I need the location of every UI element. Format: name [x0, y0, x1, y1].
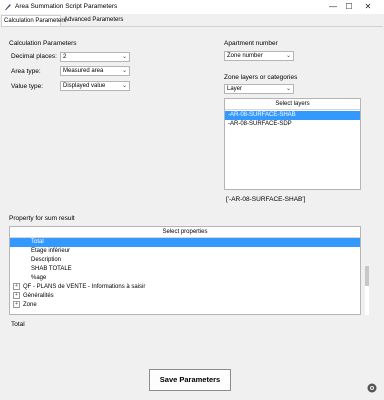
layers-list-header: Select layers	[225, 99, 360, 110]
tree-group-item[interactable]: + Généralités	[10, 292, 360, 301]
tree-group-label: Zone	[23, 302, 37, 309]
decimal-places-value: 2	[63, 54, 67, 60]
apartment-number-select[interactable]: Zone number ⌄	[224, 51, 294, 61]
list-item[interactable]: -AR-08-SURFACE-SDP	[225, 120, 360, 129]
window-title: Area Summation Script Parameters	[15, 3, 118, 10]
properties-selection-summary: Total	[11, 321, 25, 328]
area-type-select[interactable]: Measured area ⌄	[60, 66, 130, 76]
area-type-label: Area type:	[11, 68, 41, 75]
decimal-places-label: Decimal places:	[11, 53, 57, 60]
chevron-down-icon: ⌄	[121, 68, 127, 74]
list-item[interactable]: -AR-08-SURFACE-SHAB	[225, 111, 360, 120]
minimize-button[interactable]: —	[326, 1, 340, 12]
expand-plus-icon[interactable]: +	[13, 301, 20, 308]
calc-params-heading: Calculation Parameters	[9, 40, 77, 47]
layers-listbox[interactable]: Select layers -AR-08-SURFACE-SHAB -AR-08…	[224, 98, 361, 190]
expand-plus-icon[interactable]: +	[13, 283, 20, 290]
chevron-down-icon: ⌄	[285, 53, 291, 59]
tree-group-item[interactable]: + QF - PLANS de VENTE - Informations à sa…	[10, 283, 360, 292]
feather-icon	[4, 3, 12, 11]
tree-group-item[interactable]: + Zone	[10, 301, 360, 310]
maximize-button[interactable]: ☐	[342, 1, 356, 12]
chevron-down-icon: ⌄	[121, 54, 127, 60]
apartment-heading: Apartment number	[224, 40, 278, 47]
properties-scrollbar-thumb[interactable]	[365, 266, 369, 286]
tree-group-label: QF - PLANS de VENTE - Informations à sai…	[23, 284, 146, 291]
list-item[interactable]: SHAB TOTALE	[10, 265, 360, 274]
save-parameters-button[interactable]: Save Parameters	[149, 369, 231, 391]
list-item[interactable]: Description	[10, 256, 360, 265]
settings-gear-icon[interactable]	[367, 383, 377, 393]
value-type-label: Value type:	[11, 83, 44, 90]
list-item[interactable]: Etage inférieur	[10, 247, 360, 256]
area-type-value: Measured area	[63, 68, 104, 74]
expand-plus-icon[interactable]: +	[13, 292, 20, 299]
list-item[interactable]: %age	[10, 274, 360, 283]
zone-layers-heading: Zone layers or categories	[224, 74, 298, 81]
properties-list-header: Select properties	[10, 227, 360, 238]
property-sum-heading: Property for sum result	[9, 215, 75, 222]
value-type-select[interactable]: Displayed value ⌄	[60, 81, 130, 91]
zone-mode-value: Layer	[227, 86, 243, 92]
value-type-value: Displayed value	[63, 83, 106, 89]
zone-mode-select[interactable]: Layer ⌄	[224, 84, 294, 94]
decimal-places-select[interactable]: 2 ⌄	[60, 52, 130, 62]
list-item[interactable]: Total	[10, 238, 360, 247]
tab-calculation-parameters[interactable]: Calculation Parameters	[1, 15, 66, 26]
tree-group-label: Généralités	[23, 293, 54, 300]
chevron-down-icon: ⌄	[121, 83, 127, 89]
tab-advanced-parameters[interactable]: Advanced Parameters	[62, 15, 124, 26]
properties-listbox[interactable]: Select properties Total Etage inférieur …	[9, 226, 361, 315]
chevron-down-icon: ⌄	[285, 86, 291, 92]
close-button[interactable]: ✕	[361, 1, 375, 12]
apartment-number-value: Zone number	[227, 53, 263, 59]
tab-content-panel	[1, 26, 383, 400]
layers-selection-summary: ['-AR-08-SURFACE-SHAB']	[226, 196, 306, 203]
